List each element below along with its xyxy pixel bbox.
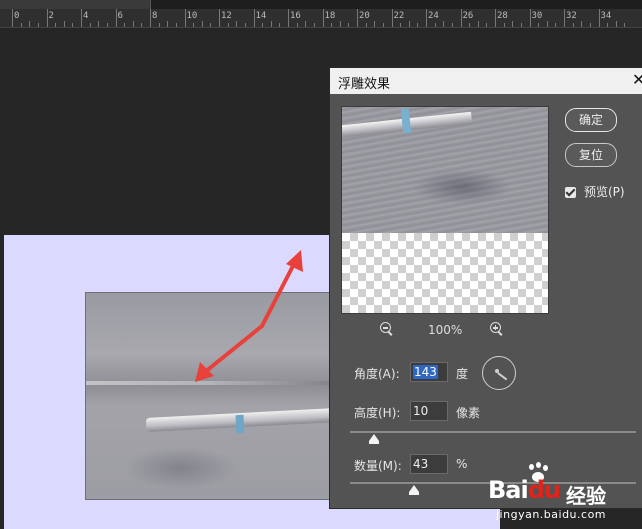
arrow-to-photo <box>195 324 264 382</box>
height-label: 高度(H): <box>354 406 401 420</box>
angle-dial-icon[interactable] <box>482 356 516 390</box>
angle-input[interactable]: 143 <box>410 362 448 382</box>
amount-unit: % <box>456 457 468 471</box>
height-unit: 像素 <box>456 406 481 420</box>
watermark-cn: 经验 <box>566 484 606 508</box>
dialog-titlebar[interactable]: 浮雕效果 ✕ <box>330 68 642 94</box>
angle-value: 143 <box>413 365 438 379</box>
checkbox-checked-icon[interactable] <box>565 187 576 198</box>
preview-object-band <box>400 108 412 134</box>
filter-preview[interactable] <box>341 106 549 314</box>
amount-label: 数量(M): <box>354 459 402 473</box>
height-input[interactable]: 10 <box>410 401 448 421</box>
amount-input[interactable]: 43 <box>410 454 448 474</box>
emboss-dialog: 浮雕效果 ✕ 100% 确定 复位 预览(P) 角度(A): 143 度 高度(… <box>329 67 642 509</box>
watermark-url: jingyan.baidu.com <box>496 508 607 521</box>
preview-image <box>342 107 548 233</box>
amount-slider-thumb[interactable] <box>409 485 419 495</box>
height-slider-thumb[interactable] <box>369 434 379 444</box>
close-icon[interactable]: ✕ <box>632 70 642 90</box>
ok-button[interactable]: 确定 <box>565 108 617 132</box>
baidu-jingyan-watermark: Baidu 经验 jingyan.baidu.com <box>486 460 636 524</box>
preview-checkbox[interactable]: 预览(P) <box>565 183 625 200</box>
watermark-brand: Baidu <box>488 476 561 504</box>
angle-label: 角度(A): <box>354 367 400 381</box>
preview-checkbox-label: 预览(P) <box>584 185 625 199</box>
dialog-title: 浮雕效果 <box>338 77 391 92</box>
preview-zoom-controls: 100% <box>380 322 510 340</box>
reset-button[interactable]: 复位 <box>565 143 617 167</box>
zoom-out-icon[interactable] <box>380 322 394 336</box>
height-slider-track[interactable] <box>350 431 636 433</box>
arrow-to-dialog <box>260 250 303 328</box>
zoom-level: 100% <box>428 323 463 337</box>
angle-unit: 度 <box>456 367 469 381</box>
transparency-checkerboard <box>342 233 548 313</box>
zoom-in-icon[interactable] <box>490 322 504 336</box>
